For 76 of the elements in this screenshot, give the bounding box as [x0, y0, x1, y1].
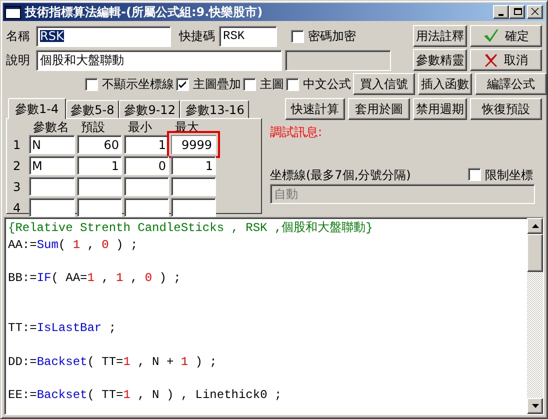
table-cell[interactable] [124, 198, 169, 217]
checkbox[interactable]: 中文公式 [286, 78, 351, 90]
table-cell[interactable] [171, 177, 216, 196]
table-cell[interactable] [77, 198, 122, 217]
table-cell[interactable] [124, 177, 169, 196]
row-number: 1 [13, 136, 22, 154]
dialog-button[interactable]: 參數精靈 [413, 49, 467, 71]
shortcut-field[interactable]: RSK [219, 26, 277, 46]
column-header: 預設 [80, 121, 106, 133]
code-editor[interactable]: {Relative Strenth CandleSticks , RSK ,個股和大盤聯動} AA:=Sum( 1 , 0 ) ; BB:=IF( AA=1 , 1 , 0 ) ; TT:=IsLastBar ; DD:=Backset( TT=1 , N + 1 ) ; EE:=Backset( TT=1 , N ) , Linethick0 ; [4, 217, 544, 415]
field-label: 名稱 [6, 30, 31, 42]
table-cell[interactable]: 1 [171, 156, 216, 175]
table-cell[interactable] [29, 177, 75, 196]
window-icon [5, 6, 21, 18]
dialog-button[interactable]: 買入信號 [353, 73, 415, 95]
minimize-icon [498, 14, 504, 16]
maximize-icon [512, 8, 522, 16]
code-line: EE:=Backset( TT=1 , N ) , Linethick0 ; [8, 386, 283, 404]
tab[interactable]: 參數13-16 [180, 100, 250, 118]
table-cell[interactable] [29, 198, 75, 217]
dialog-button[interactable]: 禁用週期 [413, 98, 467, 120]
name-field[interactable]: RSK [36, 26, 171, 46]
scroll-thumb[interactable] [527, 234, 543, 272]
close-icon [530, 8, 540, 16]
close-icon [484, 53, 498, 67]
dialog-button[interactable]: 插入函數 [418, 73, 472, 95]
table-cell[interactable]: 60 [77, 135, 122, 154]
table-cell[interactable]: 9999 [167, 131, 220, 158]
row-number: 3 [13, 178, 22, 196]
dialog-button[interactable]: 用法註釋 [413, 25, 467, 47]
table-cell[interactable] [77, 177, 122, 196]
maximize-button[interactable] [509, 5, 525, 19]
down-arrow-icon [532, 404, 538, 408]
field-label: 說明 [6, 54, 31, 66]
row-number: 4 [13, 200, 22, 216]
debug-label: 調試訊息: [270, 126, 324, 138]
minimize-button[interactable] [493, 5, 509, 19]
dialog-button[interactable]: 恢復預設 [470, 98, 542, 120]
tab[interactable]: 參數1-4 [8, 98, 66, 119]
column-header: 參數名 [32, 121, 70, 133]
tab[interactable]: 參數9-12 [119, 100, 180, 118]
checkbox[interactable]: 不顯示坐標線 [85, 78, 174, 90]
table-cell[interactable]: 0 [124, 156, 169, 175]
dialog-button[interactable]: 快速計算 [285, 98, 345, 120]
window-title: 技術指標算法編輯-(所屬公式組:9.快樂股市) [25, 4, 263, 20]
dialog-button[interactable]: 編譯公式 [475, 73, 547, 95]
scroll-down-button[interactable] [527, 398, 543, 414]
code-line: TT:=IsLastBar ; [8, 320, 118, 337]
checkbox[interactable]: 主圖 [243, 78, 284, 90]
dialog-button[interactable]: 確定 [470, 25, 542, 47]
code-line: BB:=IF( AA=1 , 1 , 0 ) ; [8, 270, 182, 287]
checkbox[interactable]: 密碼加密 [291, 30, 356, 42]
table-cell[interactable]: M [29, 156, 75, 175]
table-cell[interactable]: 1 [77, 156, 122, 175]
scroll-up-button[interactable] [527, 218, 543, 234]
dialog-button[interactable]: 取消 [470, 49, 542, 71]
checkbox[interactable]: 主圖疊加 [176, 78, 241, 90]
tab[interactable]: 參數5-8 [66, 100, 120, 118]
column-header: 最小 [127, 121, 153, 133]
scrollbar[interactable] [527, 218, 543, 414]
close-button[interactable] [527, 5, 543, 19]
code-line: {Relative Strenth CandleSticks , RSK ,個股和大盤聯動} [8, 220, 374, 237]
checkbox[interactable]: 限制坐標 [468, 168, 533, 181]
check-icon [483, 29, 499, 43]
code-line: AA:=Sum( 1 , 0 ) ; [8, 236, 139, 254]
description-field[interactable]: 個股和大盤聯動 [36, 50, 282, 70]
check-icon [178, 80, 187, 88]
up-arrow-icon [532, 224, 538, 228]
field-label: 快捷碼 [179, 30, 215, 42]
table-cell[interactable] [171, 198, 216, 217]
axis-label: 坐標線(最多7個,分號分隔) [270, 168, 411, 180]
dialog-button[interactable]: 套用於圖 [348, 98, 410, 120]
table-cell[interactable]: 1 [124, 135, 169, 154]
code-line: DD:=Backset( TT=1 , N + 1 ) ; [8, 354, 218, 370]
row-number: 2 [13, 158, 22, 174]
table-cell[interactable]: N [29, 135, 75, 154]
